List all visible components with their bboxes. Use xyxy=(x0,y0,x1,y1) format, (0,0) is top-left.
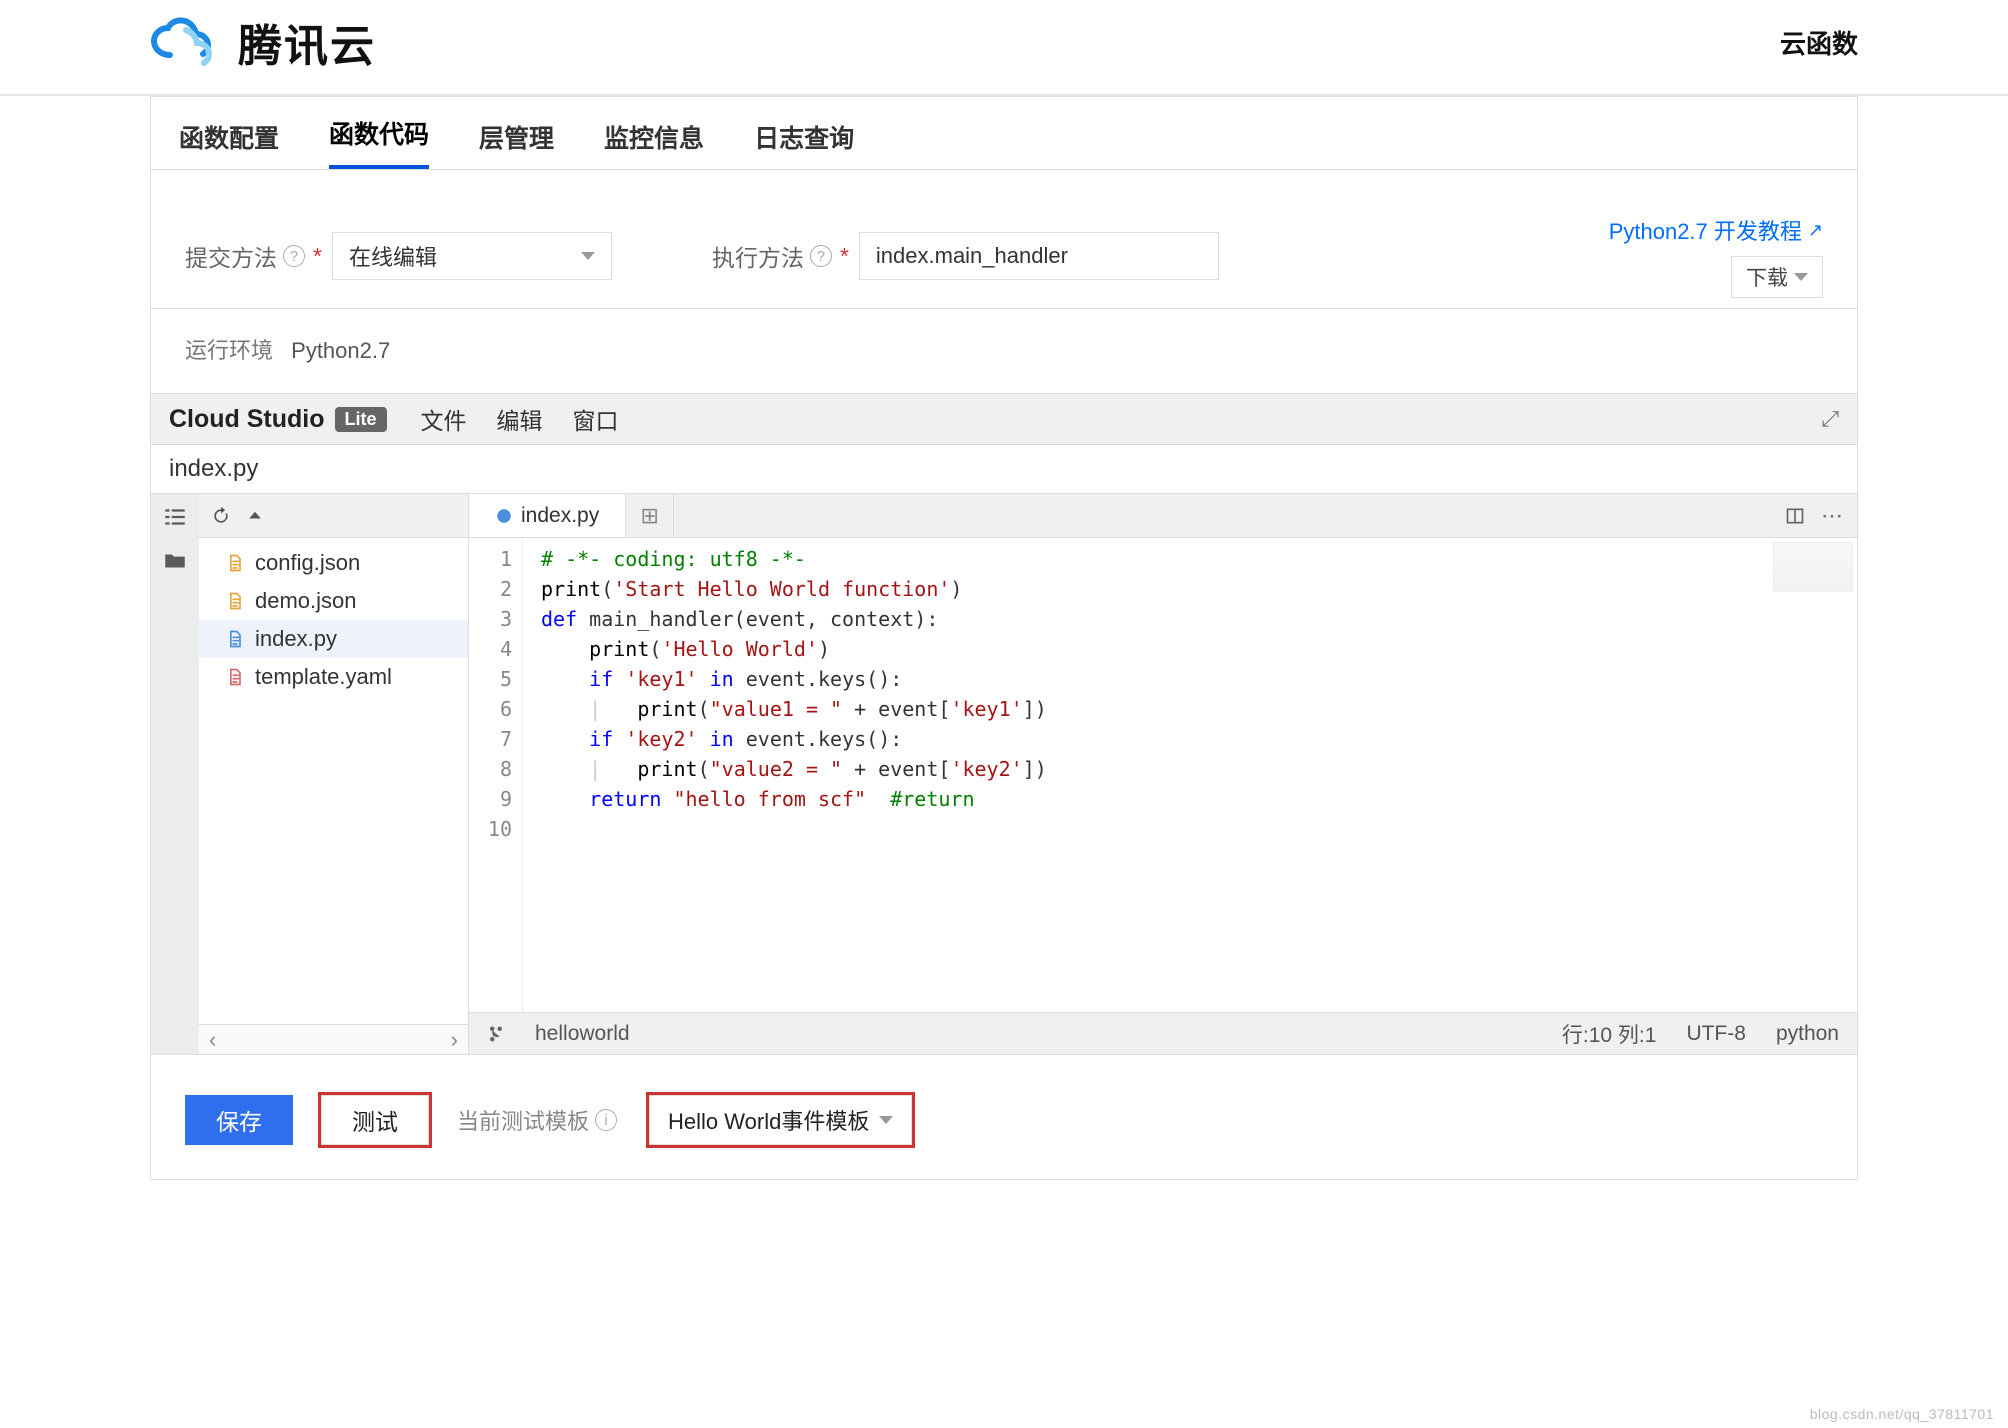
minimap[interactable] xyxy=(1773,542,1853,592)
open-file-bar: index.py xyxy=(151,445,1857,494)
code-tabs: index.py ⊞ ⋯ xyxy=(469,494,1857,538)
exec-method-label: 执行方法? xyxy=(712,239,849,273)
external-link-icon: ↗ xyxy=(1808,220,1823,241)
cloud-studio-editor: Cloud Studio Lite 文件 编辑 窗口 ⤢ index.py xyxy=(150,394,1858,1055)
python-icon xyxy=(495,507,513,525)
brand-left: 腾讯云 xyxy=(150,10,376,74)
file-explorer: config.json demo.json index.py template.yam… xyxy=(199,494,469,1054)
tencent-cloud-logo-icon xyxy=(150,17,220,67)
tab-0[interactable]: 函数配置 xyxy=(179,119,279,169)
watermark: blog.csdn.net/qq_37811701 xyxy=(1810,1406,1994,1422)
section-title: 云函数 xyxy=(1780,24,1858,61)
branch-name[interactable]: helloworld xyxy=(535,1022,630,1046)
runtime-label: 运行环境 xyxy=(185,338,273,363)
code-area: index.py ⊞ ⋯ 12345678910 # -*- coding: u… xyxy=(469,494,1857,1054)
template-select[interactable]: Hello World事件模板 xyxy=(649,1095,912,1145)
cursor-position[interactable]: 行:10 列:1 xyxy=(1562,1019,1657,1049)
submit-method-label: 提交方法? xyxy=(185,239,322,273)
chevron-down-icon xyxy=(1794,273,1808,281)
file-row-config-json[interactable]: config.json xyxy=(199,544,468,582)
expand-icon[interactable]: ⤢ xyxy=(1821,406,1839,432)
file-tree[interactable]: config.json demo.json index.py template.yam… xyxy=(199,538,468,1024)
editor-body: config.json demo.json index.py template.yam… xyxy=(151,494,1857,1054)
explorer-scrollbar[interactable]: ‹ › xyxy=(199,1024,468,1054)
code-content[interactable]: # -*- coding: utf8 -*-print('Start Hello… xyxy=(523,538,1857,1012)
info-icon[interactable]: i xyxy=(595,1109,617,1131)
code-tab-label: index.py xyxy=(521,504,599,528)
file-name: demo.json xyxy=(255,588,357,614)
scroll-right-icon[interactable]: › xyxy=(451,1027,458,1053)
file-row-template-yaml[interactable]: template.yaml xyxy=(199,658,468,696)
submit-method-value: 在线编辑 xyxy=(349,240,437,272)
editor-menu-2[interactable]: 窗口 xyxy=(573,408,619,434)
file-name: config.json xyxy=(255,550,360,576)
activity-bar xyxy=(151,494,199,1054)
template-label: 当前测试模板 i xyxy=(457,1104,621,1136)
config-right: Python2.7 开发教程 ↗ 下载 xyxy=(1609,214,1823,298)
chevron-down-icon xyxy=(581,252,595,260)
editor-menu-0[interactable]: 文件 xyxy=(421,408,467,434)
exec-method-input[interactable]: index.main_handler xyxy=(859,232,1219,280)
tab-1[interactable]: 函数代码 xyxy=(329,115,429,169)
file-name: index.py xyxy=(255,626,337,652)
collapse-icon[interactable] xyxy=(245,506,265,526)
refresh-icon[interactable] xyxy=(211,506,231,526)
line-gutter: 12345678910 xyxy=(469,538,523,1012)
brand-name: 腾讯云 xyxy=(238,10,376,74)
config-row: 提交方法? 在线编辑 执行方法? index.main_handler Pyth… xyxy=(150,170,1858,309)
code-scroll[interactable]: 12345678910 # -*- coding: utf8 -*-print(… xyxy=(469,538,1857,1012)
yaml-icon xyxy=(225,667,245,687)
more-icon[interactable]: ⋯ xyxy=(1821,503,1843,529)
python-icon xyxy=(225,629,245,649)
split-editor-icon[interactable] xyxy=(1785,506,1805,526)
file-name: template.yaml xyxy=(255,664,392,690)
code-tab-tools: ⋯ xyxy=(1785,494,1857,537)
json-icon xyxy=(225,591,245,611)
help-icon[interactable]: ? xyxy=(810,245,832,267)
tab-3[interactable]: 监控信息 xyxy=(604,119,704,169)
editor-menu-1[interactable]: 编辑 xyxy=(497,408,543,434)
new-tab-button[interactable]: ⊞ xyxy=(626,494,674,537)
exec-method-value: index.main_handler xyxy=(876,243,1068,269)
code-tab-indexpy[interactable]: index.py xyxy=(469,494,626,537)
encoding[interactable]: UTF-8 xyxy=(1686,1022,1746,1046)
outline-icon[interactable] xyxy=(160,502,190,532)
editor-toolbar: Cloud Studio Lite 文件 编辑 窗口 ⤢ xyxy=(151,394,1857,445)
runtime-row: 运行环境 Python2.7 xyxy=(150,309,1858,394)
function-tabs: 函数配置函数代码层管理监控信息日志查询 xyxy=(150,96,1858,170)
template-value: Hello World事件模板 xyxy=(668,1104,869,1136)
scroll-left-icon[interactable]: ‹ xyxy=(209,1027,216,1053)
file-row-index-py[interactable]: index.py xyxy=(199,620,468,658)
language-mode[interactable]: python xyxy=(1776,1022,1839,1046)
action-bar: 保存 测试 当前测试模板 i Hello World事件模板 xyxy=(150,1055,1858,1180)
dev-doc-link[interactable]: Python2.7 开发教程 ↗ xyxy=(1609,214,1823,246)
tab-2[interactable]: 层管理 xyxy=(479,119,554,169)
tab-4[interactable]: 日志查询 xyxy=(754,119,854,169)
test-button[interactable]: 测试 xyxy=(321,1095,429,1145)
runtime-value: Python2.7 xyxy=(291,338,390,363)
help-icon[interactable]: ? xyxy=(283,245,305,267)
file-row-demo-json[interactable]: demo.json xyxy=(199,582,468,620)
save-button[interactable]: 保存 xyxy=(185,1095,293,1145)
submit-method-select[interactable]: 在线编辑 xyxy=(332,232,612,280)
branch-icon xyxy=(487,1025,505,1043)
status-bar: helloworld 行:10 列:1 UTF-8 python xyxy=(469,1012,1857,1054)
main-panel: 函数配置函数代码层管理监控信息日志查询 提交方法? 在线编辑 执行方法? ind… xyxy=(150,96,1858,1180)
chevron-down-icon xyxy=(879,1116,893,1124)
explorer-header xyxy=(199,494,468,538)
editor-brand: Cloud Studio Lite xyxy=(169,405,387,434)
download-button[interactable]: 下载 xyxy=(1731,256,1823,298)
lite-badge: Lite xyxy=(335,407,387,432)
json-icon xyxy=(225,553,245,573)
folder-icon[interactable] xyxy=(160,546,190,576)
brand-bar: 腾讯云 云函数 xyxy=(0,0,2008,96)
